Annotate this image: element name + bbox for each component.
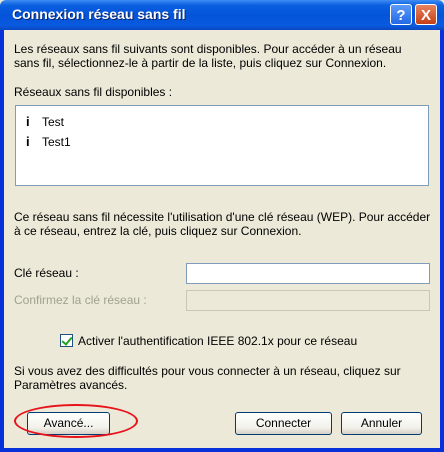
- confirm-key-input: [186, 290, 430, 311]
- confirm-key-label: Confirmez la clé réseau :: [14, 293, 147, 307]
- ieee-8021x-label[interactable]: Activer l'authentification IEEE 802.1x p…: [78, 334, 357, 348]
- window-frame-right: [440, 30, 444, 452]
- network-name: Test1: [42, 135, 71, 149]
- window-frame-bottom: [0, 448, 444, 452]
- network-key-input[interactable]: [186, 263, 430, 284]
- window-frame-left: [0, 30, 4, 452]
- cancel-button[interactable]: Annuler: [341, 412, 422, 435]
- wireless-connection-dialog: Connexion réseau sans fil ? X Les réseau…: [0, 0, 444, 452]
- help-button[interactable]: ?: [390, 4, 412, 25]
- wep-notice-text: Ce réseau sans fil nécessite l'utilisati…: [14, 210, 431, 238]
- title-bar[interactable]: Connexion réseau sans fil ? X: [0, 0, 444, 30]
- red-highlight-ellipse: [14, 404, 138, 438]
- intro-text: Les réseaux sans fil suivants sont dispo…: [14, 42, 402, 70]
- connect-button[interactable]: Connecter: [235, 412, 332, 435]
- available-networks-label: Réseaux sans fil disponibles :: [14, 85, 173, 99]
- network-name: Test: [42, 115, 65, 129]
- network-key-label: Clé réseau :: [14, 266, 79, 280]
- window-title: Connexion réseau sans fil: [12, 6, 186, 22]
- ieee-8021x-checkbox[interactable]: [60, 334, 73, 347]
- network-item-test[interactable]: i Test: [26, 114, 64, 130]
- close-button[interactable]: X: [415, 4, 437, 25]
- antenna-icon: i: [26, 134, 30, 149]
- network-item-test1[interactable]: i Test1: [26, 134, 71, 150]
- antenna-icon: i: [26, 114, 30, 129]
- network-list[interactable]: i Test i Test1: [15, 105, 429, 186]
- advanced-help-text: Si vous avez des difficultés pour vous c…: [14, 364, 401, 392]
